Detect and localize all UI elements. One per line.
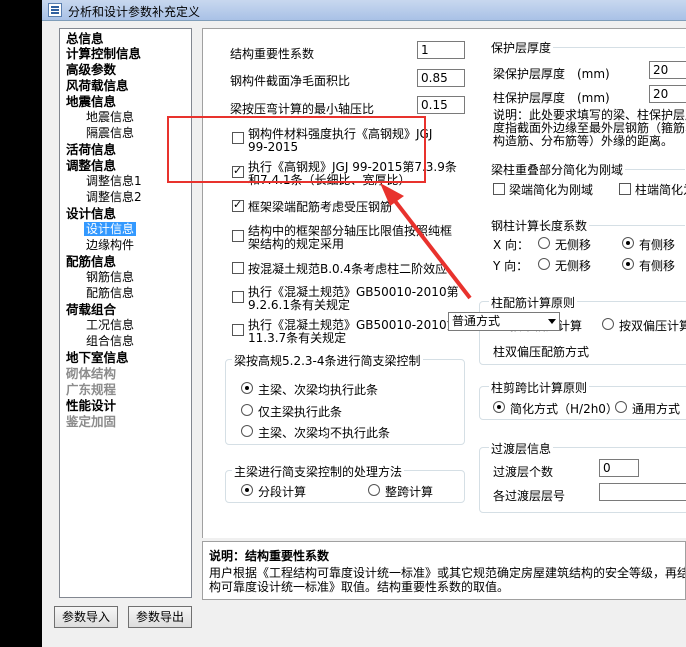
highlight-arrow-icon <box>380 183 472 300</box>
